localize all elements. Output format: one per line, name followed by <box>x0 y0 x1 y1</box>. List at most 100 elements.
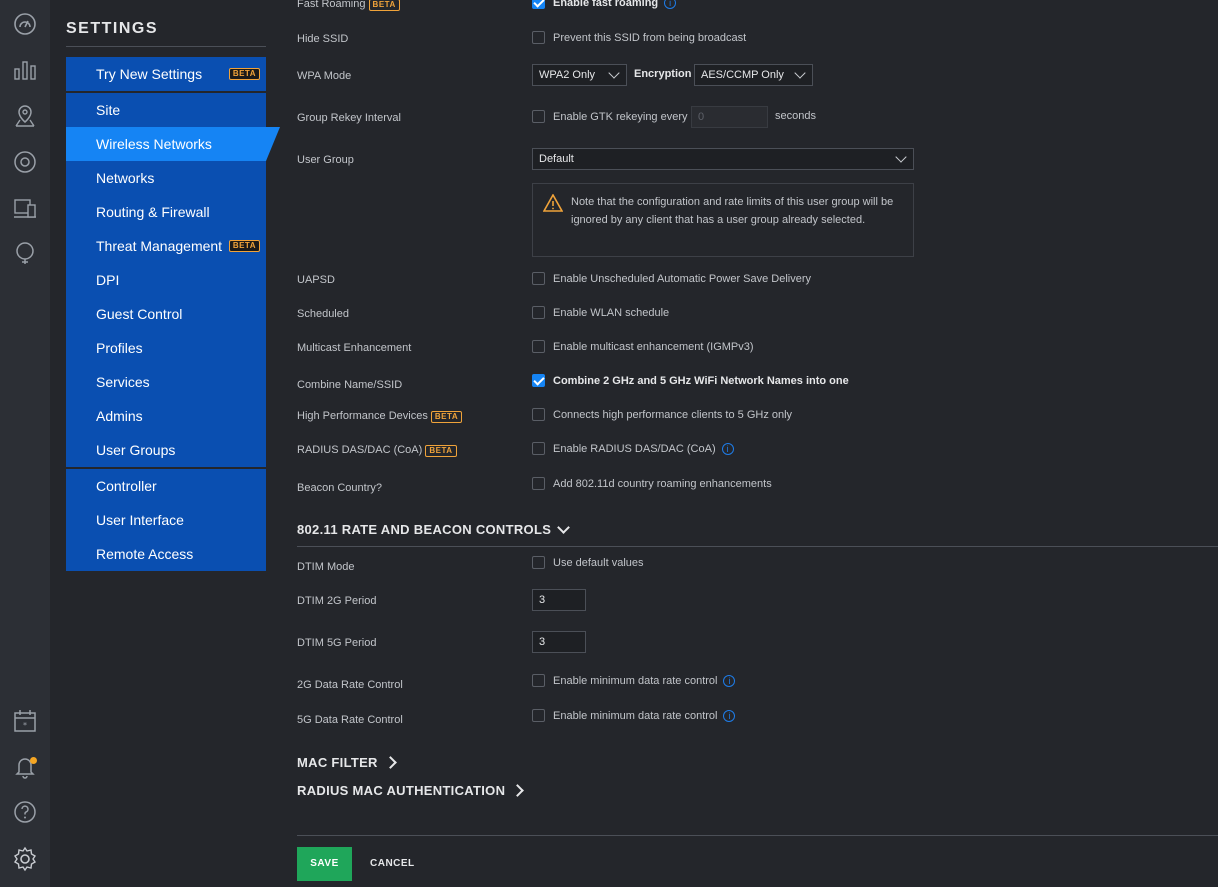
dtim-5g-input[interactable]: 3 <box>532 631 586 653</box>
sidebar-item-profiles[interactable]: Profiles <box>66 331 266 365</box>
scheduled-row: Enable WLAN schedule <box>532 306 669 319</box>
multicast-checkbox[interactable] <box>532 340 545 353</box>
statistics-icon[interactable] <box>12 57 38 83</box>
sidebar-item-label: Admins <box>96 408 143 424</box>
combine-ssid-text: Combine 2 GHz and 5 GHz WiFi Network Nam… <box>553 374 849 387</box>
dtim-mode-label: DTIM Mode <box>297 561 355 573</box>
sidebar-item-threat-management[interactable]: Threat Management BETA <box>66 229 266 263</box>
sidebar-system-group: Controller User Interface Remote Access <box>66 469 266 571</box>
fast-roaming-label: Fast Roaming BETA <box>297 0 400 11</box>
rate-2g-checkbox[interactable] <box>532 674 545 687</box>
hide-ssid-label: Hide SSID <box>297 33 349 45</box>
high-performance-checkbox[interactable] <box>532 408 545 421</box>
user-group-note-text: Note that the configuration and rate lim… <box>571 196 894 226</box>
settings-icon[interactable] <box>12 846 38 872</box>
beacon-country-checkbox[interactable] <box>532 477 545 490</box>
dtim-mode-checkbox[interactable] <box>532 556 545 569</box>
group-rekey-row: Enable GTK rekeying every <box>532 110 688 123</box>
cancel-button[interactable]: CANCEL <box>370 847 415 881</box>
group-rekey-unit: seconds <box>775 110 816 122</box>
sidebar-item-label: Threat Management <box>96 238 223 254</box>
save-button[interactable]: SAVE <box>297 847 352 881</box>
group-rekey-label: Group Rekey Interval <box>297 112 401 124</box>
sidebar-item-remote-access[interactable]: Remote Access <box>66 537 266 571</box>
sidebar-item-label: DPI <box>96 272 120 288</box>
sidebar-main-group: Site Wireless Networks Networks Routing … <box>66 93 266 467</box>
sidebar-item-admins[interactable]: Admins <box>66 399 266 433</box>
radius-das-checkbox[interactable] <box>532 442 545 455</box>
user-group-select[interactable]: Default <box>532 148 914 170</box>
sidebar-item-user-groups[interactable]: User Groups <box>66 433 266 467</box>
sidebar-item-guest-control[interactable]: Guest Control <box>66 297 266 331</box>
uapsd-checkbox[interactable] <box>532 272 545 285</box>
sidebar-item-label: Remote Access <box>96 546 194 562</box>
encryption-value: AES/CCMP Only <box>701 69 784 81</box>
mac-filter-section-header[interactable]: MAC FILTER <box>297 755 397 770</box>
radius-mac-auth-title: RADIUS MAC AUTHENTICATION <box>297 783 506 798</box>
sidebar-item-user-interface[interactable]: User Interface <box>66 503 266 537</box>
wpa-mode-value: WPA2 Only <box>539 69 596 81</box>
info-icon[interactable]: i <box>723 709 736 722</box>
dashboard-icon[interactable] <box>12 11 38 37</box>
devices-icon[interactable] <box>12 149 38 175</box>
rate-beacon-section-header[interactable]: 802.11 RATE AND BEACON CONTROLS <box>297 521 571 537</box>
fast-roaming-checkbox[interactable] <box>532 0 545 9</box>
dtim-2g-input[interactable]: 3 <box>532 589 586 611</box>
info-icon[interactable]: i <box>721 442 734 455</box>
group-rekey-input[interactable]: 0 <box>691 106 768 128</box>
beta-badge: BETA <box>228 240 260 252</box>
radius-mac-auth-section-header[interactable]: RADIUS MAC AUTHENTICATION <box>297 783 525 798</box>
clients-icon[interactable] <box>12 196 38 222</box>
rate-5g-checkbox[interactable] <box>532 709 545 722</box>
sidebar-item-label: Routing & Firewall <box>96 204 210 220</box>
try-new-settings-label: Try New Settings <box>96 66 203 82</box>
hide-ssid-row: Prevent this SSID from being broadcast <box>532 31 746 44</box>
dtim-5g-label: DTIM 5G Period <box>297 637 377 649</box>
uapsd-row: Enable Unscheduled Automatic Power Save … <box>532 272 811 285</box>
events-icon[interactable]: * <box>12 708 38 734</box>
rate-5g-text: Enable minimum data rate control <box>553 709 718 722</box>
sidebar-item-label: Guest Control <box>96 306 183 322</box>
sidebar-item-services[interactable]: Services <box>66 365 266 399</box>
svg-text:*: * <box>23 721 27 730</box>
sidebar-item-routing-firewall[interactable]: Routing & Firewall <box>66 195 266 229</box>
section-divider <box>297 546 1218 547</box>
sidebar-item-label: Networks <box>96 170 155 186</box>
chevron-down-icon <box>608 67 620 79</box>
sidebar-item-controller[interactable]: Controller <box>66 469 266 503</box>
sidebar-item-dpi[interactable]: DPI <box>66 263 266 297</box>
chevron-right-icon <box>511 784 525 797</box>
dtim-mode-row: Use default values <box>532 556 644 569</box>
sidebar-item-site[interactable]: Site <box>66 93 266 127</box>
help-icon[interactable] <box>12 799 38 825</box>
combine-ssid-checkbox[interactable] <box>532 374 545 387</box>
map-icon[interactable] <box>12 103 38 129</box>
scheduled-checkbox[interactable] <box>532 306 545 319</box>
uapsd-label: UAPSD <box>297 274 335 286</box>
dtim-2g-label: DTIM 2G Period <box>297 595 377 607</box>
beacon-country-row: Add 802.11d country roaming enhancements <box>532 477 772 490</box>
dtim-mode-text: Use default values <box>553 556 644 569</box>
mac-filter-title: MAC FILTER <box>297 755 378 770</box>
group-rekey-checkbox[interactable] <box>532 110 545 123</box>
sidebar-item-label: Wireless Networks <box>96 136 212 152</box>
alert-indicator-dot <box>30 757 37 764</box>
insights-icon[interactable] <box>12 240 38 266</box>
wpa-mode-select[interactable]: WPA2 Only <box>532 64 627 86</box>
try-new-settings-item[interactable]: Try New Settings BETA <box>66 57 266 91</box>
sidebar-item-wireless-networks[interactable]: Wireless Networks <box>66 127 266 161</box>
user-group-label: User Group <box>297 154 354 166</box>
hide-ssid-checkbox[interactable] <box>532 31 545 44</box>
radius-das-label: RADIUS DAS/DAC (CoA) BETA <box>297 444 457 457</box>
chevron-right-icon <box>383 756 397 769</box>
user-group-value: Default <box>539 153 574 165</box>
multicast-text: Enable multicast enhancement (IGMPv3) <box>553 340 754 353</box>
encryption-select[interactable]: AES/CCMP Only <box>694 64 813 86</box>
high-performance-text: Connects high performance clients to 5 G… <box>553 408 793 421</box>
info-icon[interactable]: i <box>723 674 736 687</box>
info-icon[interactable]: i <box>664 0 677 9</box>
sidebar-item-networks[interactable]: Networks <box>66 161 266 195</box>
settings-title: SETTINGS <box>66 20 159 37</box>
rate-5g-label: 5G Data Rate Control <box>297 714 403 726</box>
multicast-row: Enable multicast enhancement (IGMPv3) <box>532 340 754 353</box>
